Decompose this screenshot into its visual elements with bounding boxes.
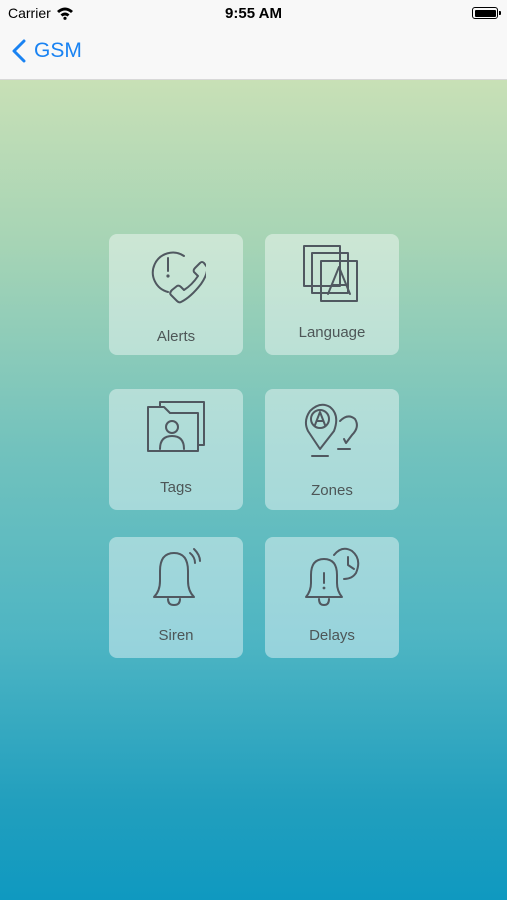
phone-alert-icon xyxy=(151,251,206,304)
zones-label: Zones xyxy=(311,482,353,499)
delays-tile[interactable]: Delays xyxy=(265,537,399,658)
chevron-left-icon xyxy=(12,39,26,63)
tags-label: Tags xyxy=(160,479,192,496)
siren-tile[interactable]: Siren xyxy=(109,537,243,658)
status-bar: Carrier 9:55 AM xyxy=(0,0,507,28)
battery-icon xyxy=(472,7,501,19)
tags-tile[interactable]: Tags xyxy=(109,389,243,510)
back-button[interactable]: GSM xyxy=(12,39,82,63)
contact-folder-icon xyxy=(147,401,205,452)
bell-clock-icon xyxy=(305,547,360,606)
zones-tile[interactable]: Zones xyxy=(265,389,399,510)
back-label: GSM xyxy=(34,39,82,62)
language-label: Language xyxy=(298,324,366,341)
navigation-bar: GSM xyxy=(0,28,507,80)
alerts-tile[interactable]: Alerts xyxy=(109,234,243,355)
language-icon xyxy=(303,245,358,302)
alerts-label: Alerts xyxy=(156,328,196,345)
main-content: Alerts Language Tags Zones Siren Delays xyxy=(0,80,507,900)
map-pins-icon xyxy=(304,403,358,457)
delays-label: Delays xyxy=(309,627,355,644)
language-tile[interactable]: Language xyxy=(265,234,399,355)
status-time: 9:55 AM xyxy=(225,5,282,22)
bell-icon xyxy=(153,548,201,606)
siren-label: Siren xyxy=(158,627,194,644)
